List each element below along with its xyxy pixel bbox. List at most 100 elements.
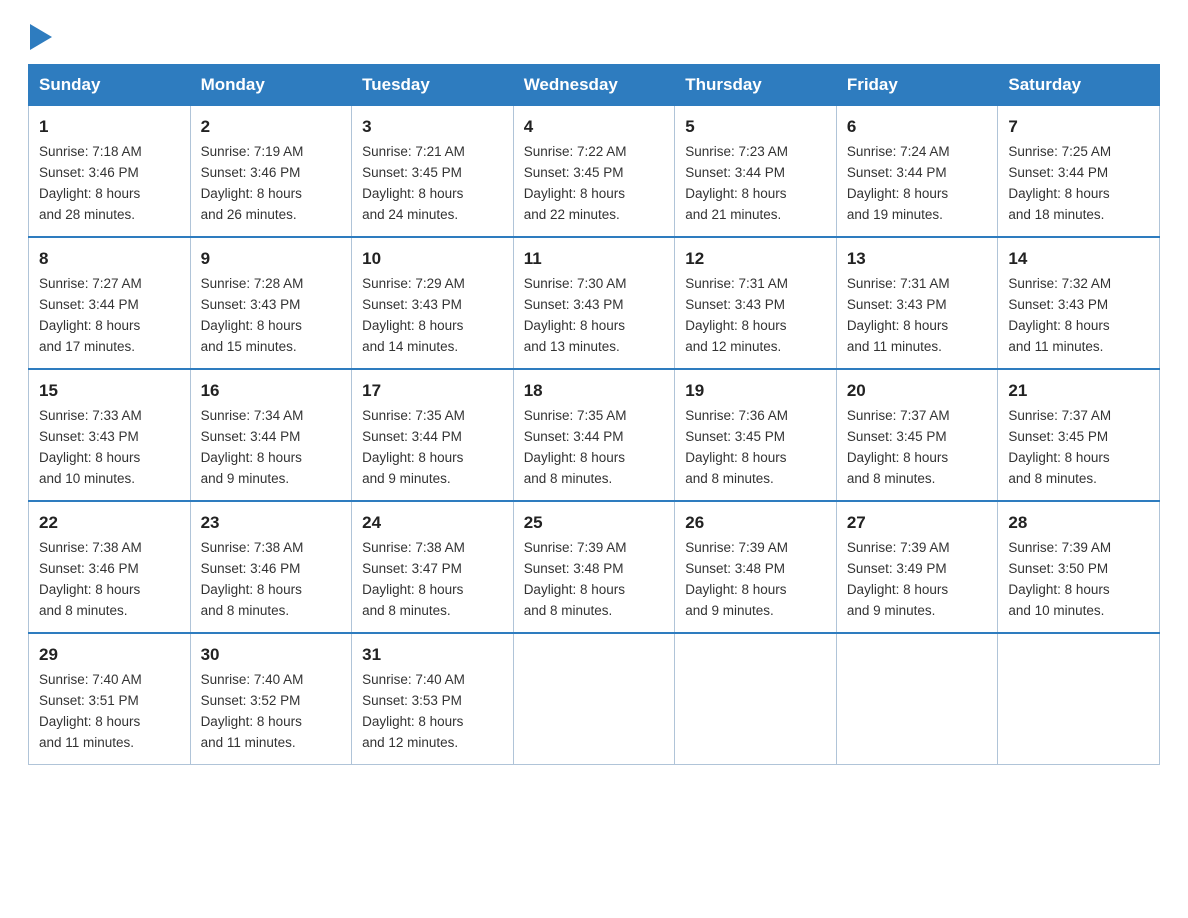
day-cell: 11Sunrise: 7:30 AMSunset: 3:43 PMDayligh… [513, 237, 675, 369]
day-cell: 24Sunrise: 7:38 AMSunset: 3:47 PMDayligh… [352, 501, 514, 633]
day-number: 5 [685, 114, 826, 140]
header-cell-tuesday: Tuesday [352, 65, 514, 106]
day-cell [998, 633, 1160, 765]
day-number: 4 [524, 114, 665, 140]
day-cell: 17Sunrise: 7:35 AMSunset: 3:44 PMDayligh… [352, 369, 514, 501]
header-cell-thursday: Thursday [675, 65, 837, 106]
day-cell: 5Sunrise: 7:23 AMSunset: 3:44 PMDaylight… [675, 106, 837, 238]
day-number: 13 [847, 246, 988, 272]
logo [28, 24, 54, 46]
day-cell: 20Sunrise: 7:37 AMSunset: 3:45 PMDayligh… [836, 369, 998, 501]
day-info: Sunrise: 7:33 AMSunset: 3:43 PMDaylight:… [39, 406, 180, 490]
day-cell: 31Sunrise: 7:40 AMSunset: 3:53 PMDayligh… [352, 633, 514, 765]
day-cell: 23Sunrise: 7:38 AMSunset: 3:46 PMDayligh… [190, 501, 352, 633]
day-cell: 7Sunrise: 7:25 AMSunset: 3:44 PMDaylight… [998, 106, 1160, 238]
day-info: Sunrise: 7:39 AMSunset: 3:48 PMDaylight:… [685, 538, 826, 622]
day-cell: 14Sunrise: 7:32 AMSunset: 3:43 PMDayligh… [998, 237, 1160, 369]
day-number: 1 [39, 114, 180, 140]
day-cell: 1Sunrise: 7:18 AMSunset: 3:46 PMDaylight… [29, 106, 191, 238]
week-row-2: 8Sunrise: 7:27 AMSunset: 3:44 PMDaylight… [29, 237, 1160, 369]
day-info: Sunrise: 7:35 AMSunset: 3:44 PMDaylight:… [362, 406, 503, 490]
day-info: Sunrise: 7:21 AMSunset: 3:45 PMDaylight:… [362, 142, 503, 226]
day-cell: 13Sunrise: 7:31 AMSunset: 3:43 PMDayligh… [836, 237, 998, 369]
day-info: Sunrise: 7:32 AMSunset: 3:43 PMDaylight:… [1008, 274, 1149, 358]
day-info: Sunrise: 7:30 AMSunset: 3:43 PMDaylight:… [524, 274, 665, 358]
day-number: 7 [1008, 114, 1149, 140]
day-number: 14 [1008, 246, 1149, 272]
calendar-header-row: SundayMondayTuesdayWednesdayThursdayFrid… [29, 65, 1160, 106]
day-number: 16 [201, 378, 342, 404]
day-cell [675, 633, 837, 765]
day-info: Sunrise: 7:38 AMSunset: 3:46 PMDaylight:… [39, 538, 180, 622]
day-info: Sunrise: 7:37 AMSunset: 3:45 PMDaylight:… [847, 406, 988, 490]
day-number: 18 [524, 378, 665, 404]
day-cell: 27Sunrise: 7:39 AMSunset: 3:49 PMDayligh… [836, 501, 998, 633]
day-number: 2 [201, 114, 342, 140]
day-cell: 9Sunrise: 7:28 AMSunset: 3:43 PMDaylight… [190, 237, 352, 369]
day-number: 21 [1008, 378, 1149, 404]
calendar-table: SundayMondayTuesdayWednesdayThursdayFrid… [28, 64, 1160, 765]
day-cell: 15Sunrise: 7:33 AMSunset: 3:43 PMDayligh… [29, 369, 191, 501]
day-number: 29 [39, 642, 180, 668]
day-cell [513, 633, 675, 765]
day-number: 10 [362, 246, 503, 272]
day-cell: 30Sunrise: 7:40 AMSunset: 3:52 PMDayligh… [190, 633, 352, 765]
day-number: 17 [362, 378, 503, 404]
day-number: 24 [362, 510, 503, 536]
day-number: 15 [39, 378, 180, 404]
day-info: Sunrise: 7:35 AMSunset: 3:44 PMDaylight:… [524, 406, 665, 490]
day-cell: 2Sunrise: 7:19 AMSunset: 3:46 PMDaylight… [190, 106, 352, 238]
day-info: Sunrise: 7:40 AMSunset: 3:51 PMDaylight:… [39, 670, 180, 754]
logo-triangle-icon [28, 24, 54, 50]
day-info: Sunrise: 7:23 AMSunset: 3:44 PMDaylight:… [685, 142, 826, 226]
day-number: 6 [847, 114, 988, 140]
day-info: Sunrise: 7:34 AMSunset: 3:44 PMDaylight:… [201, 406, 342, 490]
day-cell: 19Sunrise: 7:36 AMSunset: 3:45 PMDayligh… [675, 369, 837, 501]
week-row-4: 22Sunrise: 7:38 AMSunset: 3:46 PMDayligh… [29, 501, 1160, 633]
day-info: Sunrise: 7:39 AMSunset: 3:50 PMDaylight:… [1008, 538, 1149, 622]
day-info: Sunrise: 7:40 AMSunset: 3:53 PMDaylight:… [362, 670, 503, 754]
day-info: Sunrise: 7:36 AMSunset: 3:45 PMDaylight:… [685, 406, 826, 490]
day-cell: 3Sunrise: 7:21 AMSunset: 3:45 PMDaylight… [352, 106, 514, 238]
day-info: Sunrise: 7:24 AMSunset: 3:44 PMDaylight:… [847, 142, 988, 226]
day-info: Sunrise: 7:31 AMSunset: 3:43 PMDaylight:… [685, 274, 826, 358]
day-cell: 6Sunrise: 7:24 AMSunset: 3:44 PMDaylight… [836, 106, 998, 238]
day-cell: 16Sunrise: 7:34 AMSunset: 3:44 PMDayligh… [190, 369, 352, 501]
day-number: 27 [847, 510, 988, 536]
day-info: Sunrise: 7:38 AMSunset: 3:46 PMDaylight:… [201, 538, 342, 622]
day-info: Sunrise: 7:25 AMSunset: 3:44 PMDaylight:… [1008, 142, 1149, 226]
day-number: 20 [847, 378, 988, 404]
day-cell: 26Sunrise: 7:39 AMSunset: 3:48 PMDayligh… [675, 501, 837, 633]
day-info: Sunrise: 7:18 AMSunset: 3:46 PMDaylight:… [39, 142, 180, 226]
day-number: 26 [685, 510, 826, 536]
header-cell-monday: Monday [190, 65, 352, 106]
day-number: 28 [1008, 510, 1149, 536]
week-row-1: 1Sunrise: 7:18 AMSunset: 3:46 PMDaylight… [29, 106, 1160, 238]
day-info: Sunrise: 7:28 AMSunset: 3:43 PMDaylight:… [201, 274, 342, 358]
day-info: Sunrise: 7:31 AMSunset: 3:43 PMDaylight:… [847, 274, 988, 358]
day-number: 19 [685, 378, 826, 404]
day-number: 8 [39, 246, 180, 272]
week-row-3: 15Sunrise: 7:33 AMSunset: 3:43 PMDayligh… [29, 369, 1160, 501]
day-number: 30 [201, 642, 342, 668]
day-number: 31 [362, 642, 503, 668]
header-cell-saturday: Saturday [998, 65, 1160, 106]
day-cell: 22Sunrise: 7:38 AMSunset: 3:46 PMDayligh… [29, 501, 191, 633]
day-number: 3 [362, 114, 503, 140]
day-cell: 8Sunrise: 7:27 AMSunset: 3:44 PMDaylight… [29, 237, 191, 369]
header-cell-friday: Friday [836, 65, 998, 106]
day-info: Sunrise: 7:38 AMSunset: 3:47 PMDaylight:… [362, 538, 503, 622]
day-cell [836, 633, 998, 765]
day-number: 11 [524, 246, 665, 272]
day-cell: 25Sunrise: 7:39 AMSunset: 3:48 PMDayligh… [513, 501, 675, 633]
week-row-5: 29Sunrise: 7:40 AMSunset: 3:51 PMDayligh… [29, 633, 1160, 765]
header [28, 24, 1160, 46]
day-number: 23 [201, 510, 342, 536]
header-cell-sunday: Sunday [29, 65, 191, 106]
day-info: Sunrise: 7:39 AMSunset: 3:49 PMDaylight:… [847, 538, 988, 622]
day-info: Sunrise: 7:22 AMSunset: 3:45 PMDaylight:… [524, 142, 665, 226]
logo-text [28, 24, 54, 50]
day-cell: 12Sunrise: 7:31 AMSunset: 3:43 PMDayligh… [675, 237, 837, 369]
day-info: Sunrise: 7:19 AMSunset: 3:46 PMDaylight:… [201, 142, 342, 226]
day-number: 9 [201, 246, 342, 272]
